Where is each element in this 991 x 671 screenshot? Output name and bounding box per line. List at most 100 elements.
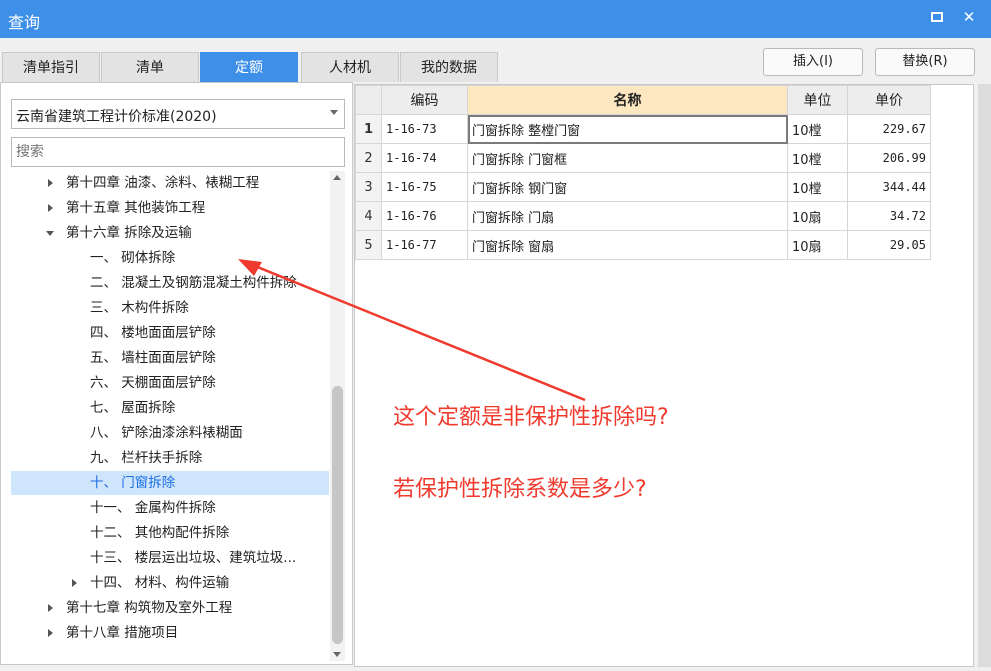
cell-unit[interactable]: 10樘 [787, 172, 848, 202]
chapter-tree: 第十四章 油漆、涂料、裱糊工程 第十五章 其他装饰工程 第十六章 拆除及运输 一… [11, 171, 329, 661]
table-row[interactable]: 2 1-16-74 门窗拆除 门窗框 10樘 206.99 [355, 143, 931, 173]
cell-code[interactable]: 1-16-76 [381, 201, 468, 231]
expand-icon[interactable] [48, 629, 53, 637]
scroll-down-icon[interactable] [333, 652, 341, 657]
close-button[interactable]: ✕ [958, 6, 980, 28]
tree-node-wall-removal[interactable]: 五、 墙柱面面层铲除 [11, 346, 329, 370]
tab-list[interactable]: 清单 [101, 52, 199, 82]
expand-icon[interactable] [72, 579, 77, 587]
cell-unit[interactable]: 10樘 [787, 143, 848, 173]
chevron-down-icon [330, 110, 338, 115]
collapse-icon[interactable] [46, 231, 54, 236]
table-header-row: 编码 名称 单位 单价 [355, 85, 931, 115]
quota-table: 编码 名称 单位 单价 1 1-16-73 门窗拆除 整樘门窗 10樘 229.… [355, 85, 931, 260]
cell-name[interactable]: 门窗拆除 整樘门窗 [467, 114, 788, 144]
cell-name[interactable]: 门窗拆除 门扇 [467, 201, 788, 231]
tree-node-label: 八、 铲除油漆涂料裱糊面 [90, 425, 243, 441]
tree-node-waste-transport[interactable]: 十三、 楼层运出垃圾、建筑垃圾... [11, 546, 329, 570]
cell-unit[interactable]: 10扇 [787, 230, 848, 260]
cell-price[interactable]: 29.05 [847, 230, 931, 260]
tree-node-label: 十四、 材料、构件运输 [90, 575, 230, 591]
tree-node-label: 第十五章 其他装饰工程 [66, 200, 206, 216]
row-number: 5 [355, 230, 382, 260]
cell-code[interactable]: 1-16-77 [381, 230, 468, 260]
insert-button[interactable]: 插入(I) [763, 48, 863, 76]
tree-node-roof-demolition[interactable]: 七、 屋面拆除 [11, 396, 329, 420]
tree-node-floor-removal[interactable]: 四、 楼地面面层铲除 [11, 321, 329, 345]
cell-price[interactable]: 34.72 [847, 201, 931, 231]
expand-icon[interactable] [48, 204, 53, 212]
cell-code[interactable]: 1-16-75 [381, 172, 468, 202]
tree-node-chapter-15[interactable]: 第十五章 其他装饰工程 [11, 196, 329, 220]
tree-node-label: 一、 砌体拆除 [90, 250, 176, 266]
row-number: 3 [355, 172, 382, 202]
tab-my-data[interactable]: 我的数据 [400, 52, 498, 82]
tree-node-door-window-demolition[interactable]: 十、 门窗拆除 [11, 471, 329, 495]
table-row[interactable]: 1 1-16-73 门窗拆除 整樘门窗 10樘 229.67 [355, 114, 931, 144]
tree-node-chapter-14[interactable]: 第十四章 油漆、涂料、裱糊工程 [11, 171, 329, 195]
tree-node-chapter-16[interactable]: 第十六章 拆除及运输 [11, 221, 329, 245]
tree-node-label: 四、 楼地面面层铲除 [90, 325, 216, 341]
tab-labor-material-machine[interactable]: 人材机 [301, 52, 399, 82]
standard-select-value: 云南省建筑工程计价标准(2020) [16, 109, 217, 125]
standard-select[interactable]: 云南省建筑工程计价标准(2020) [11, 99, 345, 129]
close-icon: ✕ [962, 8, 976, 26]
tab-quota[interactable]: 定额 [200, 52, 298, 82]
tree-node-label: 第十六章 拆除及运输 [66, 225, 192, 241]
cell-price[interactable]: 344.44 [847, 172, 931, 202]
quota-grid-panel: 编码 名称 单位 单价 1 1-16-73 门窗拆除 整樘门窗 10樘 229.… [354, 84, 974, 667]
expand-icon[interactable] [48, 179, 53, 187]
tree-node-label: 六、 天棚面面层铲除 [90, 375, 216, 391]
replace-button[interactable]: 替换(R) [875, 48, 975, 76]
tree-node-masonry-demolition[interactable]: 一、 砌体拆除 [11, 246, 329, 270]
tree-node-label: 十三、 楼层运出垃圾、建筑垃圾... [90, 550, 297, 566]
column-header-name[interactable]: 名称 [467, 85, 788, 115]
tree-node-label: 九、 栏杆扶手拆除 [90, 450, 203, 466]
table-row[interactable]: 4 1-16-76 门窗拆除 门扇 10扇 34.72 [355, 201, 931, 231]
tree-node-label: 第十八章 措施项目 [66, 625, 179, 641]
scrollbar-thumb[interactable] [332, 386, 343, 644]
cell-name[interactable]: 门窗拆除 窗扇 [467, 230, 788, 260]
cell-unit[interactable]: 10樘 [787, 114, 848, 144]
cell-code[interactable]: 1-16-74 [381, 143, 468, 173]
tab-list-guide[interactable]: 清单指引 [2, 52, 100, 82]
cell-unit[interactable]: 10扇 [787, 201, 848, 231]
tree-node-railing-demolition[interactable]: 九、 栏杆扶手拆除 [11, 446, 329, 470]
column-header-unit[interactable]: 单位 [787, 85, 848, 115]
scroll-up-icon[interactable] [333, 175, 341, 180]
tree-node-label: 十二、 其他构配件拆除 [90, 525, 230, 541]
tree-node-label: 第十四章 油漆、涂料、裱糊工程 [66, 175, 260, 191]
tree-node-chapter-18[interactable]: 第十八章 措施项目 [11, 621, 329, 645]
cell-price[interactable]: 229.67 [847, 114, 931, 144]
tree-scrollbar[interactable] [330, 171, 345, 661]
tree-node-other-components-demolition[interactable]: 十二、 其他构配件拆除 [11, 521, 329, 545]
tree-node-concrete-demolition[interactable]: 二、 混凝土及钢筋混凝土构件拆除 [11, 271, 329, 295]
row-number: 1 [355, 114, 382, 144]
cell-price[interactable]: 206.99 [847, 143, 931, 173]
tree-node-label: 十一、 金属构件拆除 [90, 500, 216, 516]
maximize-button[interactable] [926, 6, 948, 28]
tree-node-label: 七、 屋面拆除 [90, 400, 176, 416]
cell-code[interactable]: 1-16-73 [381, 114, 468, 144]
tree-node-paint-removal[interactable]: 八、 铲除油漆涂料裱糊面 [11, 421, 329, 445]
tree-node-label: 第十七章 构筑物及室外工程 [66, 600, 233, 616]
column-header-code[interactable]: 编码 [381, 85, 468, 115]
maximize-icon [931, 12, 943, 22]
tree-node-chapter-17[interactable]: 第十七章 构筑物及室外工程 [11, 596, 329, 620]
row-number: 4 [355, 201, 382, 231]
tree-node-material-transport[interactable]: 十四、 材料、构件运输 [11, 571, 329, 595]
tree-node-wood-demolition[interactable]: 三、 木构件拆除 [11, 296, 329, 320]
tree-node-label: 十、 门窗拆除 [90, 475, 176, 491]
annotation-question-1: 这个定额是非保护性拆除吗? [393, 405, 669, 430]
tree-node-metal-demolition[interactable]: 十一、 金属构件拆除 [11, 496, 329, 520]
tree-node-ceiling-removal[interactable]: 六、 天棚面面层铲除 [11, 371, 329, 395]
expand-icon[interactable] [48, 604, 53, 612]
table-row[interactable]: 5 1-16-77 门窗拆除 窗扇 10扇 29.05 [355, 230, 931, 260]
title-bar: 查询 ✕ [0, 0, 991, 38]
column-header-price[interactable]: 单价 [847, 85, 931, 115]
search-input[interactable] [11, 137, 345, 167]
cell-name[interactable]: 门窗拆除 门窗框 [467, 143, 788, 173]
cell-name[interactable]: 门窗拆除 钢门窗 [467, 172, 788, 202]
table-row[interactable]: 3 1-16-75 门窗拆除 钢门窗 10樘 344.44 [355, 172, 931, 202]
window-title: 查询 [8, 13, 41, 32]
